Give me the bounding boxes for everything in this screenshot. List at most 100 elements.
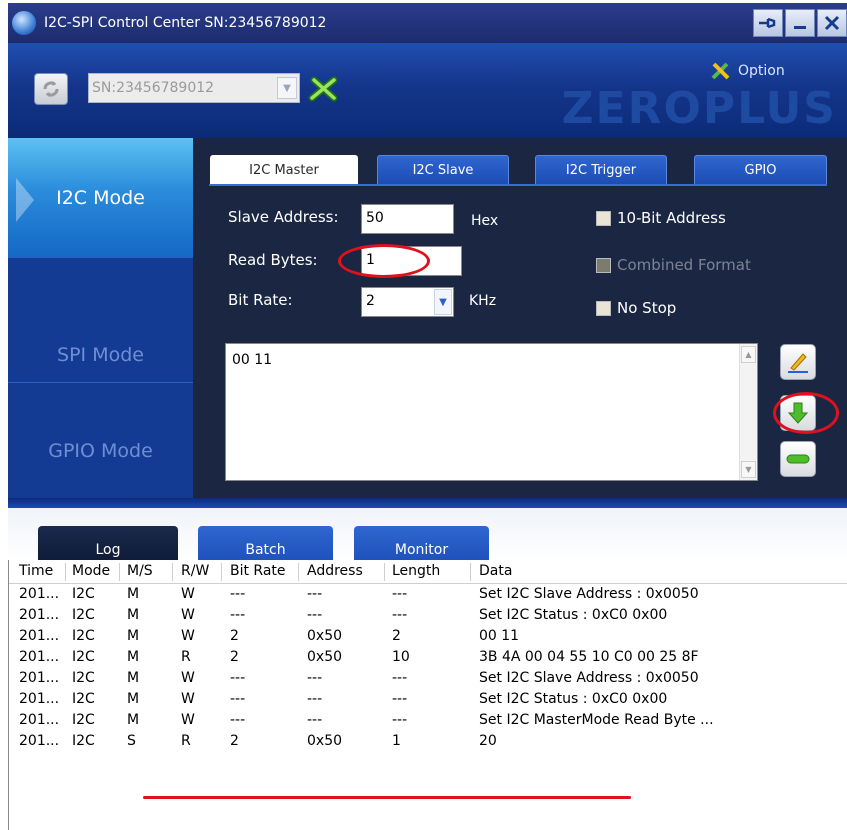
bit-rate-value: 2 [366, 293, 375, 309]
table-row[interactable]: 201... I2C M W 2 0x50 2 00 11 [9, 626, 847, 647]
scroll-up-icon[interactable]: ▲ [741, 346, 756, 363]
cell-rw: W [181, 691, 195, 707]
column-header-length[interactable]: Length [392, 563, 440, 579]
cell-bit-rate: 2 [230, 628, 239, 644]
checkbox-box [596, 210, 611, 226]
cell-rw: W [181, 607, 195, 623]
table-row[interactable]: 201... I2C M W --- --- --- Set I2C Slave Addres… [9, 584, 847, 605]
table-row[interactable]: 201... I2C M R 2 0x50 10 3B 4A 00 04 55 10 C0 0… [9, 647, 847, 668]
combined-format-label: Combined Format [617, 256, 751, 274]
bottom-tab-bar: Log Batch Monitor [8, 508, 847, 560]
tab-i2c-trigger[interactable]: I2C Trigger [535, 155, 667, 184]
cell-time: 201... [19, 607, 60, 623]
sidebar-item-spi-mode[interactable]: SPI Mode [8, 258, 193, 383]
table-row[interactable]: 201... I2C M W --- --- --- Set I2C Slave Addres… [9, 668, 847, 689]
ten-bit-address-checkbox[interactable]: 10-Bit Address [596, 209, 726, 227]
cell-address: 0x50 [307, 628, 343, 644]
mode-sidebar: I2C Mode SPI Mode GPIO Mode [8, 138, 193, 508]
column-header-time[interactable]: Time [19, 563, 53, 579]
cell-mode: I2C [72, 607, 95, 623]
cell-ms: M [127, 586, 140, 602]
table-row[interactable]: 201... I2C S R 2 0x50 1 20 [9, 731, 847, 752]
window-controls [753, 9, 847, 37]
cell-bit-rate: --- [230, 712, 246, 728]
tab-batch[interactable]: Batch [198, 526, 333, 560]
bit-rate-select[interactable]: 2 ▼ [361, 287, 454, 317]
column-header-bit-rate[interactable]: Bit Rate [230, 563, 286, 579]
cell-rw: W [181, 712, 195, 728]
ten-bit-address-label: 10-Bit Address [617, 209, 726, 227]
chevron-down-icon[interactable]: ▼ [277, 77, 297, 99]
cell-rw: W [181, 670, 195, 686]
data-textarea[interactable]: 00 11 ▲ ▼ [225, 343, 758, 481]
cell-bit-rate: --- [230, 586, 246, 602]
column-divider[interactable] [119, 563, 120, 581]
sidebar-item-i2c-mode[interactable]: I2C Mode [8, 138, 193, 258]
column-header-ms[interactable]: M/S [127, 563, 153, 579]
table-row[interactable]: 201... I2C M W --- --- --- Set I2C MasterMode R… [9, 710, 847, 731]
cell-ms: M [127, 712, 140, 728]
cell-bit-rate: --- [230, 691, 246, 707]
cell-length: 2 [392, 628, 401, 644]
edit-button[interactable] [780, 344, 816, 380]
cell-rw: R [181, 733, 191, 749]
column-divider[interactable] [384, 563, 385, 581]
serial-select-value: SN:23456789012 [92, 80, 215, 96]
i2c-panel: I2C Master I2C Slave I2C Trigger GPIO Sl… [193, 138, 847, 498]
chevron-down-icon[interactable]: ▼ [434, 289, 452, 315]
table-row[interactable]: 201... I2C M W --- --- --- Set I2C Status : 0xC… [9, 689, 847, 710]
no-stop-checkbox[interactable]: No Stop [596, 299, 676, 317]
cell-length: --- [392, 607, 408, 623]
scrollbar[interactable]: ▲ ▼ [739, 344, 757, 480]
refresh-button[interactable] [34, 73, 68, 105]
cell-data: Set I2C Slave Address : 0x0050 [479, 670, 699, 686]
scroll-down-icon[interactable]: ▼ [741, 461, 756, 478]
column-divider[interactable] [298, 563, 299, 581]
cell-address: --- [307, 691, 323, 707]
cell-mode: I2C [72, 691, 95, 707]
column-header-rw[interactable]: R/W [181, 563, 209, 579]
column-divider[interactable] [65, 563, 66, 581]
tab-i2c-master[interactable]: I2C Master [210, 155, 358, 184]
cell-bit-rate: --- [230, 670, 246, 686]
refresh-icon [43, 81, 59, 97]
cell-bit-rate: 2 [230, 649, 239, 665]
column-divider[interactable] [221, 563, 222, 581]
column-divider[interactable] [172, 563, 173, 581]
cell-ms: M [127, 691, 140, 707]
minimize-button[interactable] [785, 9, 815, 37]
cell-data: 3B 4A 00 04 55 10 C0 00 25 8F [479, 649, 699, 665]
cell-mode: I2C [72, 649, 95, 665]
highlight-circle [773, 392, 839, 434]
tools-icon [711, 62, 730, 80]
slave-address-input[interactable]: 50 [361, 204, 454, 234]
tab-monitor[interactable]: Monitor [354, 526, 489, 560]
column-header-data[interactable]: Data [479, 563, 512, 579]
pin-icon[interactable] [753, 9, 783, 37]
tab-gpio[interactable]: GPIO [694, 155, 827, 184]
table-row[interactable]: 201... I2C M W --- --- --- Set I2C Status : 0xC… [9, 605, 847, 626]
serial-select[interactable]: SN:23456789012 ▼ [88, 73, 300, 103]
column-header-address[interactable]: Address [307, 563, 363, 579]
cell-rw: W [181, 586, 195, 602]
log-table: Time Mode M/S R/W Bit Rate Address Lengt… [8, 560, 847, 830]
column-header-mode[interactable]: Mode [72, 563, 110, 579]
tab-i2c-slave[interactable]: I2C Slave [377, 155, 509, 184]
app-icon [12, 11, 36, 35]
clear-button[interactable] [780, 441, 816, 477]
option-button[interactable]: Option [710, 61, 785, 81]
cell-time: 201... [19, 649, 60, 665]
cell-data: 20 [479, 733, 497, 749]
checkbox-box [596, 257, 611, 273]
tab-log[interactable]: Log [38, 526, 178, 560]
sidebar-item-gpio-mode[interactable]: GPIO Mode [8, 383, 193, 508]
cell-mode: I2C [72, 586, 95, 602]
tab-divider [209, 184, 827, 186]
cell-data: 00 11 [479, 628, 520, 644]
cell-length: --- [392, 670, 408, 686]
connect-button[interactable] [304, 73, 342, 105]
cell-address: --- [307, 670, 323, 686]
close-button[interactable] [817, 9, 847, 37]
pencil-icon [788, 353, 808, 373]
column-divider[interactable] [470, 563, 471, 581]
